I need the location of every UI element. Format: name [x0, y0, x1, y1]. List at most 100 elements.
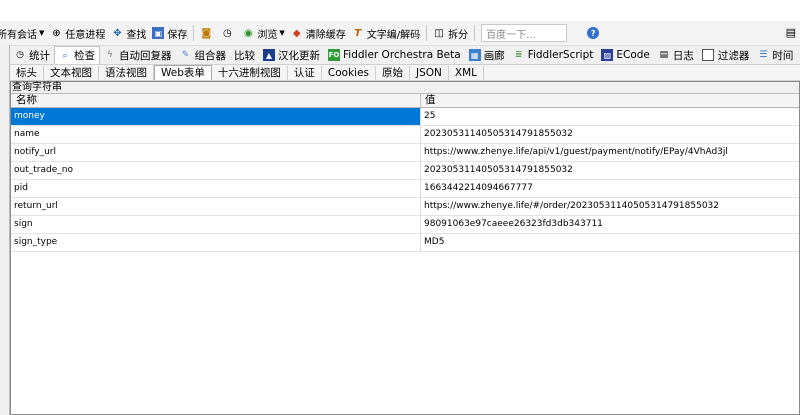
clear-cache-label: 清除缓存 [305, 29, 346, 41]
tab-label: 统计 [29, 49, 50, 62]
tab-label: 比较 [234, 49, 255, 62]
toolbar-divider [426, 25, 428, 41]
table-row[interactable]: return_url https://www.zhenye.life/#/ord… [11, 198, 799, 216]
composer-icon: ✎ [181, 50, 190, 60]
remove-sessions-button[interactable]: 所有会话 ▼ [0, 22, 47, 44]
tab-label: 日志 [672, 49, 694, 62]
browse-button[interactable]: ◉ 浏览 ▼ [239, 22, 287, 44]
lightning-icon: ϟ [107, 50, 113, 60]
tab-label: 自动回复器 [119, 49, 172, 62]
remove-sessions-label: 所有会话 [0, 29, 37, 41]
text-wizard-button[interactable]: T 文字编/解码 [349, 22, 423, 44]
subtab-syntaxview[interactable]: 语法视图 [99, 65, 154, 80]
row-name-cell[interactable]: pid [11, 180, 421, 197]
tab-fiddler-orchestra[interactable]: FO Fiddler Orchestra Beta [324, 47, 465, 63]
tab-label: 过滤器 [717, 49, 750, 62]
inspect-icon: ⌕ [62, 50, 68, 61]
script-icon: ≣ [514, 50, 523, 60]
help-icon[interactable]: ? [587, 27, 600, 39]
subtab-textview[interactable]: 文本视图 [44, 65, 99, 80]
split-icon: ◫ [434, 27, 444, 39]
browse-label: 浏览 [257, 29, 278, 41]
tab-label: 时间 [772, 49, 794, 62]
row-name-cell[interactable]: sign_type [11, 234, 421, 251]
table-row[interactable]: sign_type MD5 [11, 234, 799, 252]
log-icon: ▤ [659, 50, 669, 60]
table-row[interactable]: money 25 [11, 108, 799, 126]
row-value-cell[interactable]: 25 [421, 108, 799, 125]
subtab-json[interactable]: JSON [410, 65, 449, 80]
text-wizard-icon: T [354, 27, 362, 39]
tab-timeline[interactable]: ☰ 时间 [753, 47, 797, 63]
window-top-strip [0, 0, 800, 21]
column-header-value[interactable]: 值 [421, 94, 799, 107]
inspector-tabs: ◷ 统计 ⌕ 检查 ϟ 自动回复器 ✎ 组合器 比较 ▲ 汉化更新 FO Fid… [10, 46, 800, 65]
text-wizard-label: 文字编/解码 [366, 29, 421, 41]
table-row[interactable]: sign 98091063e97caeee26323fd3db343711 [11, 216, 799, 234]
row-value-cell[interactable]: 98091063e97caeee26323fd3db343711 [421, 216, 799, 233]
stopwatch-icon: ◷ [16, 50, 24, 60]
tab-statistics[interactable]: ◷ 统计 [10, 47, 54, 63]
row-name-cell[interactable]: out_trade_no [11, 162, 421, 179]
row-name-cell[interactable]: money [11, 108, 421, 125]
any-process-label: 任意进程 [65, 29, 106, 41]
subtab-headers[interactable]: 标头 [10, 65, 44, 80]
tab-log[interactable]: ▤ 日志 [654, 47, 698, 63]
browse-icon: ◉ [244, 27, 253, 39]
tab-composer[interactable]: ✎ 组合器 [176, 47, 231, 63]
update-icon: ▲ [263, 49, 275, 61]
query-string-panel: 查询字符串 名称 值 money 25 name 202305311405053… [10, 81, 800, 415]
tab-autoresponder[interactable]: ϟ 自动回复器 [100, 47, 176, 63]
row-value-cell[interactable]: MD5 [421, 234, 799, 251]
any-process-button[interactable]: ⊕ 任意进程 [47, 22, 108, 44]
row-name-cell[interactable]: notify_url [11, 144, 421, 161]
table-row[interactable]: out_trade_no 20230531140505314791855032 [11, 162, 799, 180]
row-name-cell[interactable]: name [11, 126, 421, 143]
screenshot-icon: ◙ [201, 27, 212, 39]
tab-label: Fiddler Orchestra Beta [343, 49, 461, 61]
subtab-xml[interactable]: XML [449, 65, 485, 80]
tab-gallery[interactable]: ▦ 画廊 [465, 47, 509, 63]
tab-label: FiddlerScript [527, 49, 594, 61]
tab-inspectors[interactable]: ⌕ 检查 [54, 46, 100, 64]
chevron-down-icon: ▼ [39, 29, 45, 37]
panel-title: 查询字符串 [11, 82, 799, 94]
find-button[interactable]: ✥ 查找 [108, 22, 149, 44]
tab-label: ECode [616, 49, 650, 61]
clear-cache-button[interactable]: ◆ 清除缓存 [288, 22, 349, 44]
timer-button[interactable]: ◷ [218, 22, 239, 44]
subtab-webforms[interactable]: Web表单 [154, 65, 212, 80]
ecode-icon: ▨ [601, 49, 614, 61]
save-icon: ▣ [152, 27, 165, 39]
screenshot-button[interactable]: ◙ [197, 22, 218, 44]
grid-header: 名称 值 [11, 94, 799, 108]
row-value-cell[interactable]: https://www.zhenye.life/#/order/20230531… [421, 198, 799, 215]
row-value-cell[interactable]: 20230531140505314791855032 [421, 126, 799, 143]
tab-fiddlerscript[interactable]: ≣ FiddlerScript [509, 47, 598, 63]
main-toolbar: 所有会话 ▼ ⊕ 任意进程 ✥ 查找 ▣ 保存 ◙ ◷ ◉ 浏览 ▼ ◆ 清除缓存 … [0, 21, 800, 46]
row-name-cell[interactable]: return_url [11, 198, 421, 215]
table-row[interactable]: pid 1663442214094667777 [11, 180, 799, 198]
row-name-cell[interactable]: sign [11, 216, 421, 233]
tab-filters[interactable]: 过滤器 [698, 47, 754, 63]
row-value-cell[interactable]: 20230531140505314791855032 [421, 162, 799, 179]
tab-compare[interactable]: 比较 [230, 47, 259, 63]
timer-icon: ◷ [223, 27, 232, 39]
subtab-raw[interactable]: 原始 [376, 65, 411, 80]
split-button[interactable]: ◫ 拆分 [430, 22, 471, 44]
subtab-cookies[interactable]: Cookies [322, 65, 377, 80]
chevron-down-icon: ▼ [279, 29, 285, 37]
column-header-name[interactable]: 名称 [11, 94, 421, 107]
row-value-cell[interactable]: 1663442214094667777 [421, 180, 799, 197]
tab-ecode[interactable]: ▨ ECode [597, 47, 654, 63]
table-row[interactable]: notify_url https://www.zhenye.life/api/v… [11, 144, 799, 162]
search-input[interactable]: 百度一下... [481, 24, 568, 42]
subtab-hexview[interactable]: 十六进制视图 [212, 65, 288, 80]
tab-update[interactable]: ▲ 汉化更新 [259, 47, 324, 63]
subtab-auth[interactable]: 认证 [288, 65, 322, 80]
left-splitter[interactable] [0, 45, 10, 415]
row-value-cell[interactable]: https://www.zhenye.life/api/v1/guest/pay… [421, 144, 799, 161]
online-status-icon[interactable]: ▤ [786, 26, 796, 39]
table-row[interactable]: name 20230531140505314791855032 [11, 126, 799, 144]
save-button[interactable]: ▣ 保存 [149, 22, 190, 44]
